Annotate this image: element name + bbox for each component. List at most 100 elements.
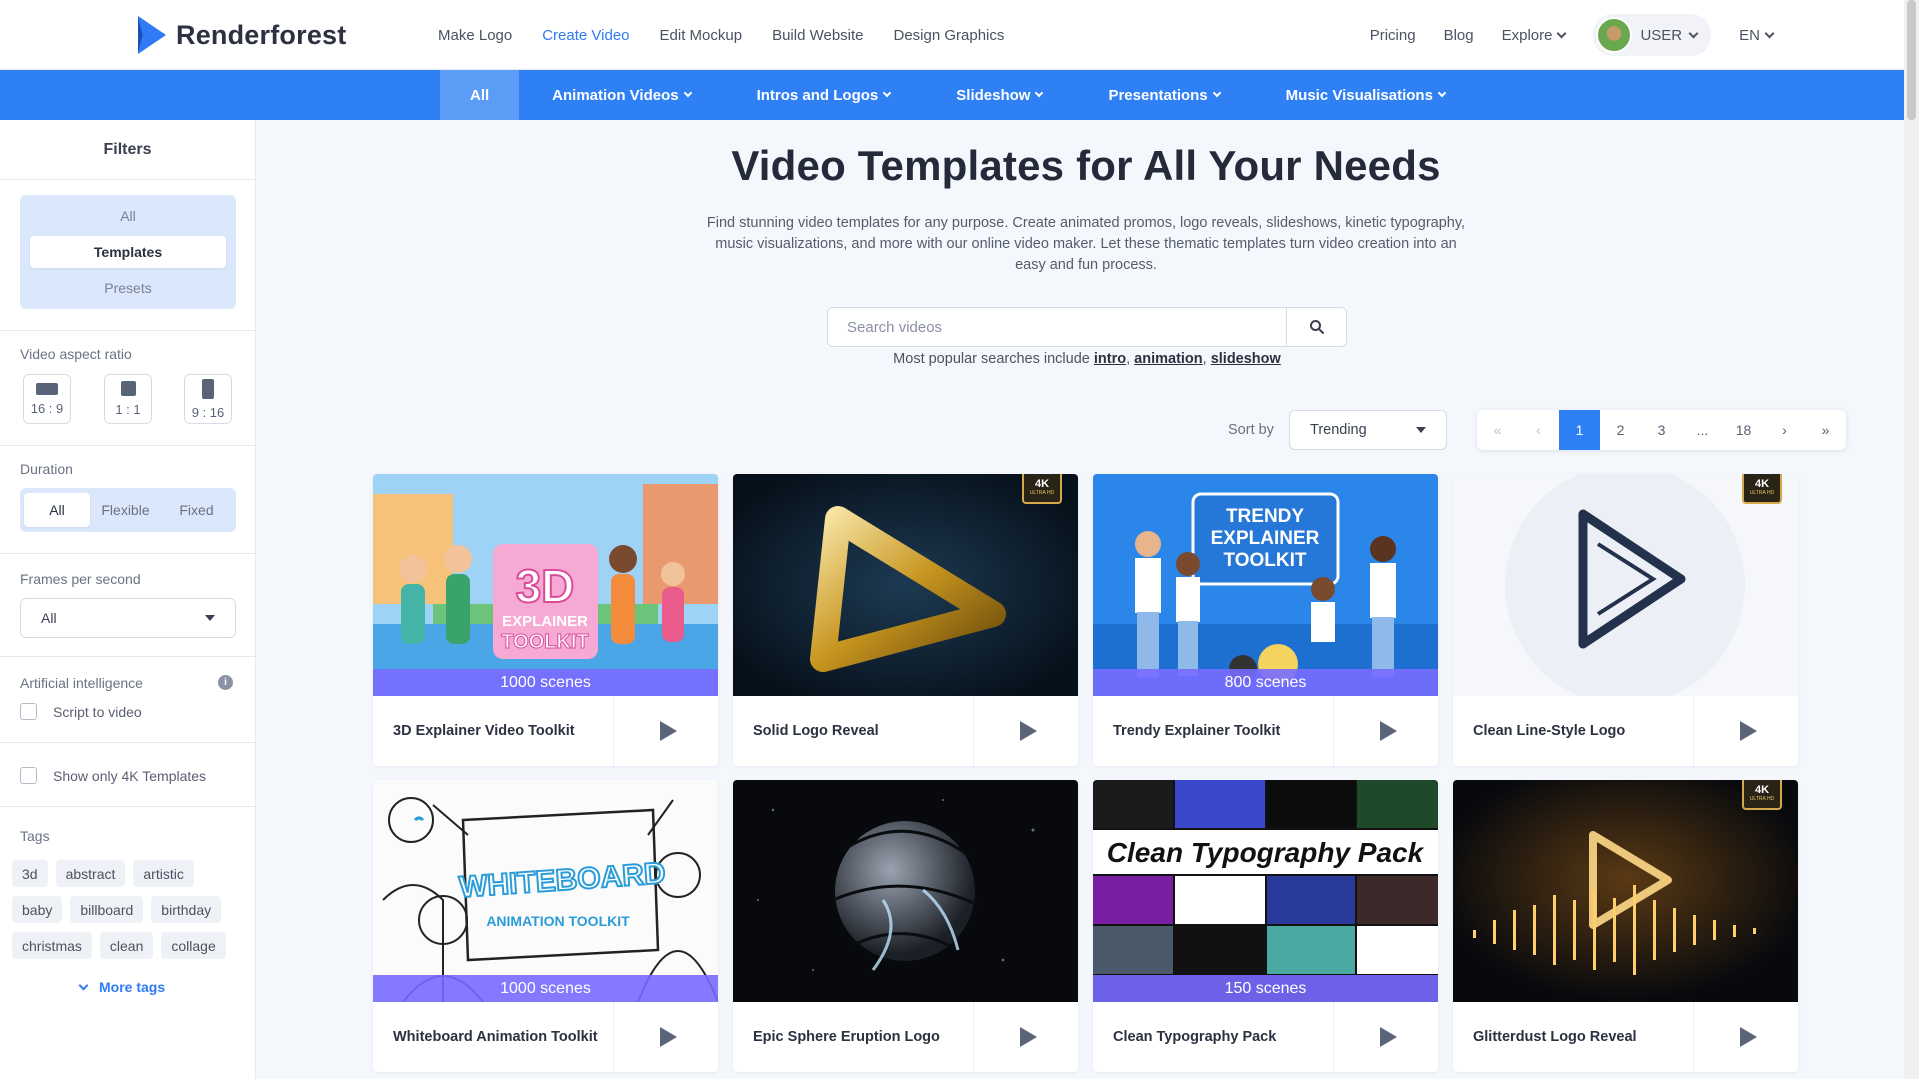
filters-sidebar: Filters All Templates Presets Video aspe… (0, 120, 256, 1079)
brand-logo[interactable]: Renderforest (136, 14, 346, 56)
play-preview-button[interactable] (1693, 1002, 1798, 1072)
template-title[interactable]: Whiteboard Animation Toolkit (393, 1002, 613, 1072)
play-preview-button[interactable] (613, 1002, 718, 1072)
template-title[interactable]: 3D Explainer Video Toolkit (393, 696, 613, 766)
template-thumbnail[interactable]: 4K ULTRA HD (733, 474, 1078, 696)
tag-artistic[interactable]: artistic (133, 860, 194, 887)
show-4k-checkbox[interactable]: Show only 4K Templates (20, 767, 206, 784)
tag-billboard[interactable]: billboard (70, 896, 144, 923)
search-button[interactable] (1286, 308, 1346, 346)
tag-christmas[interactable]: christmas (12, 932, 92, 959)
template-title[interactable]: Epic Sphere Eruption Logo (753, 1002, 973, 1072)
tab-presentations[interactable]: Presentations (1075, 70, 1252, 120)
type-option-presets[interactable]: Presets (30, 272, 226, 304)
template-title[interactable]: Clean Typography Pack (1113, 1002, 1333, 1072)
ratio-16-9-button[interactable]: 16 : 9 (23, 374, 71, 424)
tab-label: Music Visualisations (1285, 86, 1433, 104)
checkbox-box[interactable] (20, 767, 37, 784)
chevron-down-icon (1557, 28, 1567, 38)
duration-option-flexible[interactable]: Flexible (90, 493, 161, 527)
template-card[interactable]: TRENDY EXPLAINER TOOLKIT 800 scenes Trend… (1093, 474, 1438, 766)
template-card[interactable]: Epic Sphere Eruption Logo (733, 780, 1078, 1072)
duration-option-all[interactable]: All (24, 493, 90, 527)
template-thumbnail[interactable]: 3D EXPLAINER TOOLKIT 1000 scenes (373, 474, 718, 696)
template-thumbnail[interactable]: 4K ULTRA HD (1453, 780, 1798, 1002)
scenes-badge: 150 scenes (1093, 975, 1438, 1002)
more-tags-button[interactable]: More tags (78, 979, 166, 995)
page-scrollbar[interactable] (1904, 0, 1919, 1079)
sort-select[interactable]: Trending (1289, 410, 1447, 450)
tag-birthday[interactable]: birthday (151, 896, 222, 923)
nav-edit-mockup[interactable]: Edit Mockup (660, 27, 743, 44)
template-thumbnail[interactable]: WHITEBOARD ANIMATION TOOLKIT 1000 scenes (373, 780, 718, 1002)
play-preview-button[interactable] (973, 696, 1078, 766)
blog-link[interactable]: Blog (1444, 27, 1474, 44)
search-input[interactable] (828, 308, 1286, 346)
tab-slideshow[interactable]: Slideshow (923, 70, 1075, 120)
script-to-video-checkbox[interactable]: Script to video (20, 703, 142, 720)
page-button[interactable]: 1 (1559, 410, 1600, 450)
page-button[interactable]: 3 (1641, 410, 1682, 450)
template-card[interactable]: 4K ULTRA HD Clean Line-Style Logo (1453, 474, 1798, 766)
first-page-button[interactable]: « (1477, 410, 1518, 450)
ratio-9-16-button[interactable]: 9 : 16 (184, 374, 232, 424)
play-preview-button[interactable] (1333, 1002, 1438, 1072)
template-title[interactable]: Trendy Explainer Toolkit (1113, 696, 1333, 766)
ratio-1-1-button[interactable]: 1 : 1 (104, 374, 152, 424)
pricing-link[interactable]: Pricing (1370, 27, 1416, 44)
type-option-all[interactable]: All (30, 200, 226, 232)
page-button[interactable]: 2 (1600, 410, 1641, 450)
user-menu[interactable]: USER (1593, 14, 1712, 56)
tag-baby[interactable]: baby (12, 896, 63, 923)
nav-design-graphics[interactable]: Design Graphics (894, 27, 1005, 44)
more-tags-label: More tags (99, 979, 166, 995)
template-card[interactable]: 3D EXPLAINER TOOLKIT 1000 scenes 3D Expla… (373, 474, 718, 766)
tag-collage[interactable]: collage (161, 932, 226, 959)
duration-option-fixed[interactable]: Fixed (161, 493, 232, 527)
tab-music-visualisations[interactable]: Music Visualisations (1253, 70, 1478, 120)
popular-link-animation[interactable]: animation (1134, 351, 1202, 367)
fps-select[interactable]: All (20, 598, 236, 638)
template-card[interactable]: 4K ULTRA HD Glitterdust Logo Reveal (1453, 780, 1798, 1072)
tab-all[interactable]: All (440, 70, 520, 120)
last-page-button[interactable]: » (1805, 410, 1846, 450)
popular-link-intro[interactable]: intro (1094, 351, 1126, 367)
popular-link-slideshow[interactable]: slideshow (1211, 351, 1281, 367)
prev-page-button[interactable]: ‹ (1518, 410, 1559, 450)
nav-build-website[interactable]: Build Website (772, 27, 863, 44)
template-card[interactable]: Clean Typography Pack 150 scenes Clean Ty… (1093, 780, 1438, 1072)
explore-menu[interactable]: Explore (1502, 27, 1567, 44)
template-thumbnail[interactable]: Clean Typography Pack 150 scenes (1093, 780, 1438, 1002)
play-preview-button[interactable] (613, 696, 718, 766)
next-page-button[interactable]: › (1764, 410, 1805, 450)
template-title[interactable]: Glitterdust Logo Reveal (1473, 1002, 1693, 1072)
page-button[interactable]: 18 (1723, 410, 1764, 450)
template-title[interactable]: Clean Line-Style Logo (1473, 696, 1693, 766)
4k-badge: 4K ULTRA HD (1022, 474, 1062, 504)
nav-make-logo[interactable]: Make Logo (438, 27, 512, 44)
category-bar: All Animation Videos Intros and Logos Slide… (0, 70, 1904, 120)
scenes-badge: 1000 scenes (373, 669, 718, 696)
type-option-templates[interactable]: Templates (30, 236, 226, 268)
template-thumbnail[interactable]: 4K ULTRA HD (1453, 474, 1798, 696)
nav-create-video[interactable]: Create Video (542, 27, 629, 44)
play-preview-button[interactable] (1693, 696, 1798, 766)
info-icon[interactable]: i (218, 675, 233, 690)
tab-intros-and-logos[interactable]: Intros and Logos (724, 70, 924, 120)
tag-clean[interactable]: clean (99, 932, 154, 959)
play-preview-button[interactable] (1333, 696, 1438, 766)
template-card[interactable]: WHITEBOARD ANIMATION TOOLKIT 1000 scenes… (373, 780, 718, 1072)
duration-filter: All Flexible Fixed (20, 488, 236, 532)
checkbox-box[interactable] (20, 703, 37, 720)
template-title[interactable]: Solid Logo Reveal (753, 696, 973, 766)
tab-animation-videos[interactable]: Animation Videos (519, 70, 723, 120)
tag-3d[interactable]: 3d (12, 860, 48, 887)
template-thumbnail[interactable]: TRENDY EXPLAINER TOOLKIT 800 scenes (1093, 474, 1438, 696)
scrollbar-thumb[interactable] (1907, 0, 1916, 120)
play-preview-button[interactable] (973, 1002, 1078, 1072)
main-nav: Make Logo Create Video Edit Mockup Build We… (438, 0, 1004, 70)
template-card[interactable]: 4K ULTRA HD Solid Logo Reveal (733, 474, 1078, 766)
tag-abstract[interactable]: abstract (55, 860, 126, 887)
language-select[interactable]: EN (1739, 27, 1775, 44)
template-thumbnail[interactable] (733, 780, 1078, 1002)
